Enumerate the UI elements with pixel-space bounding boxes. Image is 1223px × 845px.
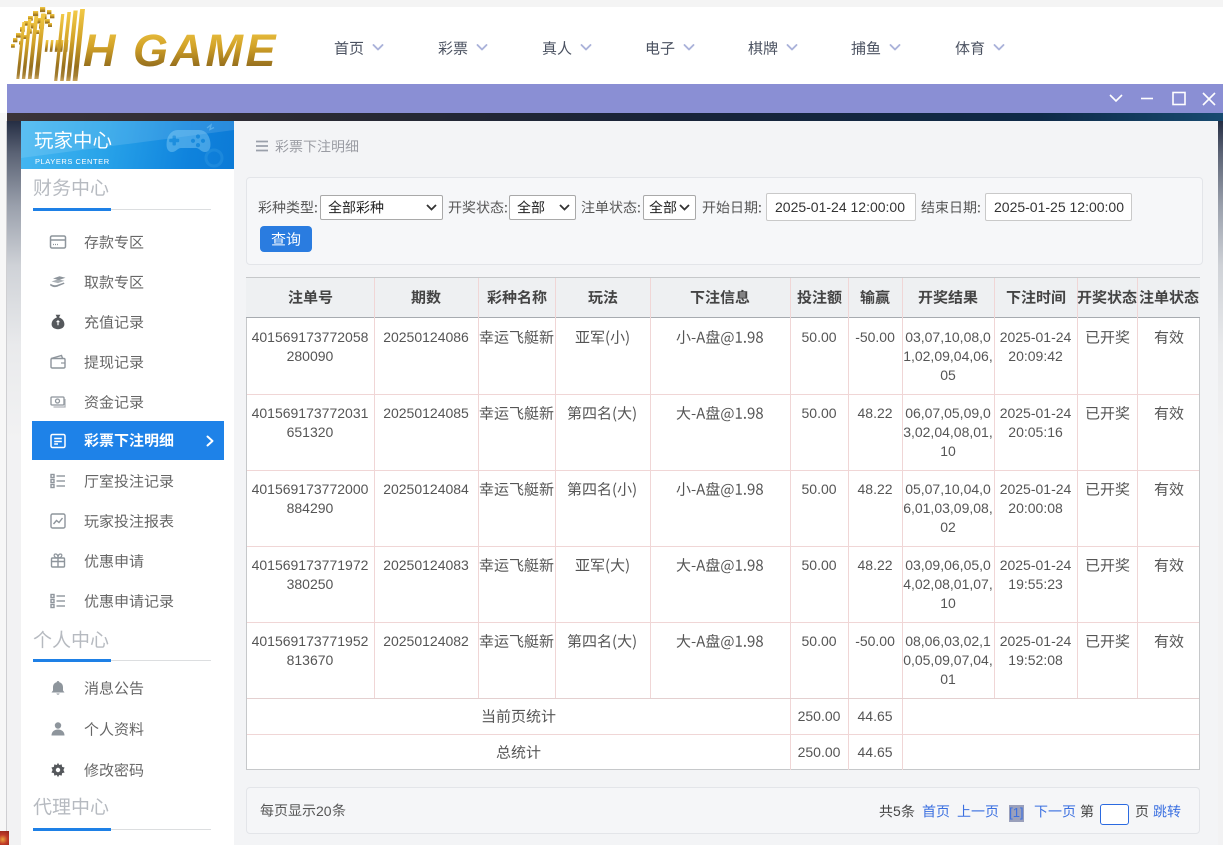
svg-text:H GAME: H GAME (83, 25, 278, 76)
